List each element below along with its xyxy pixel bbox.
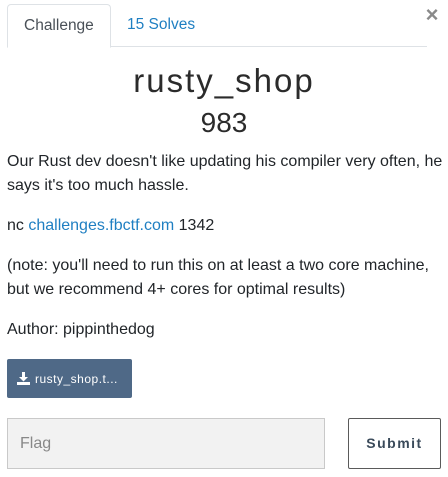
connection-info: nc challenges.fbctf.com 1342 [7,214,443,238]
challenge-tabs: Challenge 15 Solves [7,4,427,48]
challenge-author: Author: pippinthedog [7,321,155,338]
challenge-points: 983 [200,107,248,138]
download-file-label: rusty_shop.t... [35,371,118,386]
challenge-description: Our Rust dev doesn't like updating his c… [7,153,443,194]
challenge-title: rusty_shop [133,62,315,99]
close-icon[interactable]: × [422,4,442,26]
host-link[interactable]: challenges.fbctf.com [28,217,174,234]
challenge-note: (note: you'll need to run this on at lea… [7,257,429,298]
nc-prefix: nc [7,217,29,234]
tab-challenge[interactable]: Challenge [7,4,111,48]
download-file-button[interactable]: rusty_shop.t... [7,359,132,398]
submit-button[interactable]: Submit [348,418,441,469]
port-number: 1342 [174,217,215,234]
flag-input[interactable]: Flag [7,418,325,469]
download-icon [17,372,30,385]
tab-solves[interactable]: 15 Solves [111,4,211,47]
